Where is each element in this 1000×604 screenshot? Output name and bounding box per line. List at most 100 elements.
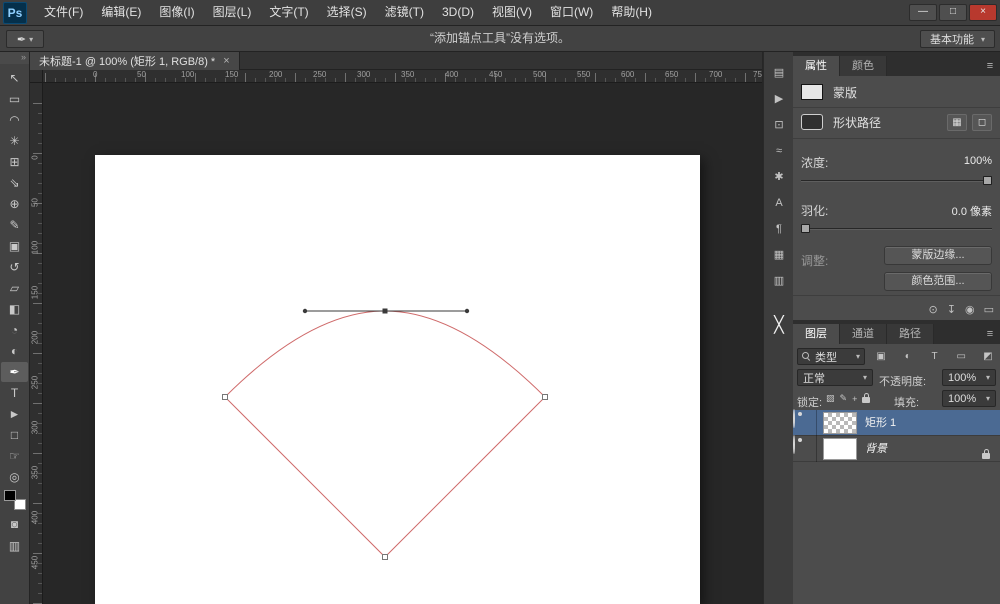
screen-mode-button[interactable]: ▥ [1, 536, 28, 556]
canvas-viewport[interactable] [43, 83, 762, 604]
gradient-tool[interactable]: ◧ [1, 299, 28, 319]
slider-knob[interactable] [983, 176, 992, 185]
menu-item[interactable]: 编辑(E) [92, 0, 150, 25]
document-tab[interactable]: 未标题-1 @ 100% (矩形 1, RGB/8) * × [30, 52, 240, 70]
tab-layers[interactable]: 图层 [793, 324, 840, 344]
tab-color[interactable]: 颜色 [840, 56, 887, 76]
layer-name[interactable]: 矩形 1 [865, 410, 896, 436]
timeline-panel-icon[interactable]: ▥ [767, 270, 791, 292]
slider-knob[interactable] [801, 224, 810, 233]
path-selection-tool[interactable]: ► [1, 404, 28, 424]
quick-mask-button[interactable]: ◙ [1, 514, 28, 534]
filter-shape-icon[interactable]: ▭ [953, 351, 969, 362]
move-tool[interactable]: ↖ [1, 68, 28, 88]
document-canvas[interactable] [95, 155, 700, 604]
horizontal-ruler[interactable]: 0 50 100 150 200 250 300 350 400 450 500 550 600 650 7… [43, 70, 762, 83]
apply-mask-icon[interactable]: ↧ [947, 303, 956, 316]
menu-item[interactable]: 窗口(W) [541, 0, 602, 25]
filter-pixel-icon[interactable]: ▣ [873, 351, 889, 362]
fill-dropdown[interactable]: 100% ▾ [942, 390, 996, 407]
lasso-tool[interactable]: ◠ [1, 110, 28, 130]
actions-panel-icon[interactable]: ▶ [767, 88, 791, 110]
eraser-tool[interactable]: ▱ [1, 278, 28, 298]
menu-item[interactable]: 滤镜(T) [376, 0, 433, 25]
lock-all-icon[interactable] [862, 392, 871, 405]
history-panel-icon[interactable]: ▤ [767, 62, 791, 84]
panel-menu-icon[interactable]: ≡ [980, 324, 1000, 344]
menu-item[interactable]: 选择(S) [318, 0, 376, 25]
fan-shape-path[interactable] [95, 155, 700, 604]
menu-item[interactable]: 文字(T) [260, 0, 317, 25]
filter-smart-object-icon[interactable]: ◩ [980, 351, 996, 362]
toolbar-collapse-icon[interactable]: » [0, 52, 29, 64]
tab-properties[interactable]: 属性 [793, 56, 840, 76]
tab-close-icon[interactable]: × [223, 55, 229, 67]
visibility-cell[interactable] [793, 435, 817, 462]
menu-item[interactable]: 图像(I) [150, 0, 203, 25]
info-panel-icon[interactable]: ▦ [767, 244, 791, 266]
density-value[interactable]: 100% [964, 155, 992, 167]
eye-icon[interactable] [793, 409, 795, 428]
load-selection-icon[interactable]: ⊙ [929, 303, 938, 316]
foreground-color-swatch[interactable] [4, 490, 16, 501]
density-slider[interactable] [801, 176, 992, 186]
character-panel-icon[interactable]: A [767, 192, 791, 214]
layer-thumbnail[interactable] [823, 438, 857, 460]
dodge-tool[interactable]: ◐ [1, 341, 28, 361]
quick-selection-tool[interactable]: ✳ [1, 131, 28, 151]
clone-stamp-tool[interactable]: ▣ [1, 236, 28, 256]
menu-item[interactable]: 视图(V) [483, 0, 541, 25]
pen-tool[interactable]: ✒ [1, 362, 28, 382]
blend-mode-dropdown[interactable]: 正常 ▾ [797, 369, 873, 386]
layer-thumbnail[interactable] [823, 412, 857, 434]
panel-menu-icon[interactable]: ≡ [980, 56, 1000, 76]
blur-tool[interactable]: ◔ [1, 320, 28, 340]
history-brush-tool[interactable]: ↺ [1, 257, 28, 277]
tool-preset-picker[interactable]: ✒ ▾ [6, 30, 44, 48]
brush-presets-panel-icon[interactable]: ✱ [767, 166, 791, 188]
maximize-button[interactable]: □ [939, 4, 967, 21]
close-x-icon[interactable]: ╳ [767, 314, 791, 338]
filter-adjustment-icon[interactable]: ◐ [900, 351, 916, 362]
styles-panel-icon[interactable]: ≈ [767, 140, 791, 162]
menu-item[interactable]: 3D(D) [433, 0, 483, 25]
layer-name[interactable]: 背景 [865, 436, 887, 462]
tab-paths[interactable]: 路径 [887, 324, 934, 344]
visibility-cell[interactable] [793, 409, 817, 436]
lock-transparent-icon[interactable]: ▨ [826, 393, 835, 404]
filter-type-icon[interactable]: T [927, 351, 943, 362]
layer-filter-dropdown[interactable]: 类型 ▾ [797, 348, 865, 365]
vector-mask-button[interactable]: ◻ [972, 113, 992, 131]
lock-position-icon[interactable]: + [852, 394, 857, 404]
lock-pixels-icon[interactable]: ✎ [840, 393, 848, 404]
pixel-mask-button[interactable]: ▦ [947, 113, 967, 131]
opacity-dropdown[interactable]: 100% ▾ [942, 369, 996, 386]
minimize-button[interactable]: — [909, 4, 937, 21]
delete-mask-icon[interactable]: ▭ [984, 303, 994, 316]
hand-tool[interactable]: ☞ [1, 446, 28, 466]
color-range-button[interactable]: 颜色范围... [884, 272, 992, 291]
tab-channels[interactable]: 通道 [840, 324, 887, 344]
feather-value[interactable]: 0.0 像素 [952, 203, 992, 219]
zoom-tool[interactable]: ◎ [1, 467, 28, 487]
rectangle-tool[interactable]: □ [1, 425, 28, 445]
marquee-tool[interactable]: ▭ [1, 89, 28, 109]
brush-tool[interactable]: ✎ [1, 215, 28, 235]
eye-icon[interactable] [793, 435, 795, 454]
crop-tool[interactable]: ⊞ [1, 152, 28, 172]
clone-source-panel-icon[interactable]: ⊡ [767, 114, 791, 136]
paragraph-panel-icon[interactable]: ¶ [767, 218, 791, 240]
color-swatches[interactable] [4, 490, 26, 510]
feather-slider[interactable] [801, 224, 992, 234]
disable-mask-icon[interactable]: ◉ [965, 303, 975, 316]
close-button[interactable]: × [969, 4, 997, 21]
vertical-ruler[interactable]: 0 50 100 150 200 250 300 350 400 450 [30, 83, 43, 604]
layer-row-rectangle-1[interactable]: 矩形 1 [793, 409, 1000, 436]
type-tool[interactable]: T [1, 383, 28, 403]
eyedropper-tool[interactable]: ⇘ [1, 173, 28, 193]
menu-item[interactable]: 文件(F) [35, 0, 92, 25]
mask-edge-button[interactable]: 蒙版边缘... [884, 246, 992, 265]
workspace-switcher-button[interactable]: 基本功能 ▾ [919, 30, 995, 48]
menu-item[interactable]: 帮助(H) [602, 0, 661, 25]
healing-brush-tool[interactable]: ⊕ [1, 194, 28, 214]
